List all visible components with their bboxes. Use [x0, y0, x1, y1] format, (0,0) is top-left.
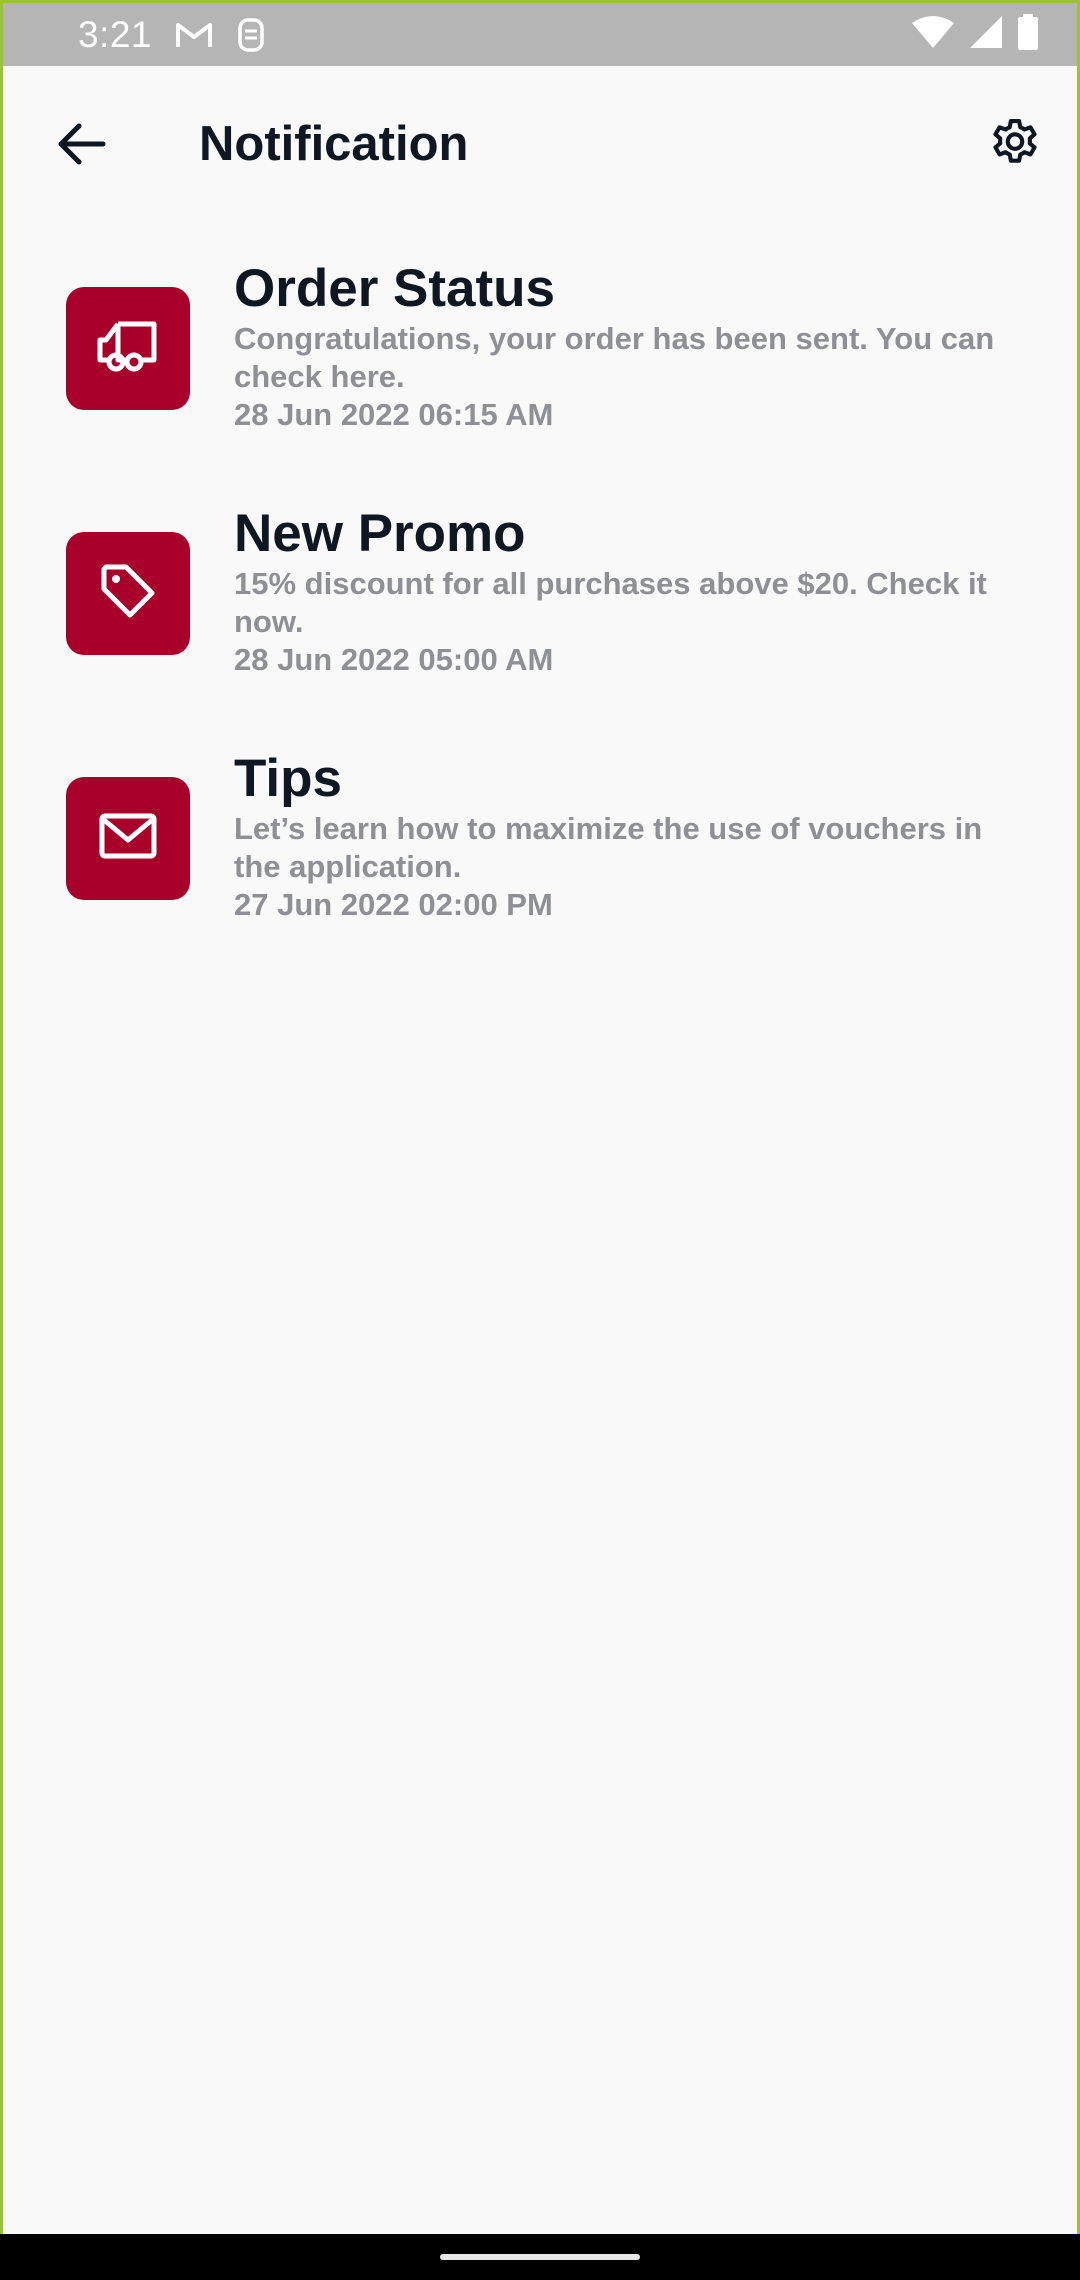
notification-body: Let’s learn how to maximize the use of v…	[234, 810, 1014, 886]
status-time: 3:21	[78, 13, 153, 55]
wifi-icon	[911, 15, 955, 54]
notification-title: New Promo	[234, 504, 526, 563]
notification-body-line: Let’s learn how to maximize the use of v…	[234, 811, 983, 846]
truck-icon	[96, 318, 160, 379]
notification-time: 28 Jun 2022 06:15 AM	[234, 397, 554, 432]
sim-card-icon	[236, 17, 266, 53]
notification-item-order-status[interactable]: Order Status Congratulations, your order…	[3, 258, 1077, 503]
status-bar: 3:21	[3, 3, 1077, 66]
back-button[interactable]	[51, 118, 111, 174]
mail-icon	[98, 812, 158, 865]
page-title: Notification	[199, 117, 469, 171]
notification-body-line: Congratulations, your order has been sen…	[234, 321, 995, 356]
app-bar: Notification	[3, 66, 1077, 226]
notification-body: Congratulations, your order has been sen…	[234, 320, 1014, 396]
tag-icon	[98, 561, 158, 626]
arrow-left-icon	[55, 122, 107, 171]
notification-icon-box	[66, 777, 190, 900]
notification-text: Tips Let’s learn how to maximize the use…	[234, 748, 1014, 924]
battery-icon	[1017, 14, 1039, 55]
home-gesture-handle[interactable]	[440, 2254, 640, 2260]
notification-body-line: now.	[234, 604, 304, 639]
settings-button[interactable]	[983, 114, 1047, 178]
notification-body-line: 15% discount for all purchases above $20…	[234, 566, 987, 601]
notification-item-tips[interactable]: Tips Let’s learn how to maximize the use…	[3, 748, 1077, 993]
gmail-icon	[174, 19, 214, 51]
screen: 3:21 Notification Order Status Congratul…	[0, 0, 1080, 2280]
notification-time: 28 Jun 2022 05:00 AM	[234, 642, 554, 677]
notification-item-new-promo[interactable]: New Promo 15% discount for all purchases…	[3, 503, 1077, 748]
gear-icon	[986, 115, 1044, 178]
notification-icon-box	[66, 287, 190, 410]
notification-icon-box	[66, 532, 190, 655]
notification-text: Order Status Congratulations, your order…	[234, 258, 1014, 434]
notification-text: New Promo 15% discount for all purchases…	[234, 503, 1014, 679]
system-navigation-bar	[0, 2234, 1080, 2280]
notification-list: Order Status Congratulations, your order…	[3, 258, 1077, 993]
notification-title: Order Status	[234, 259, 556, 318]
signal-icon	[969, 15, 1003, 54]
notification-title: Tips	[234, 749, 342, 808]
notification-time: 27 Jun 2022 02:00 PM	[234, 887, 553, 922]
notification-body-line: check here.	[234, 359, 405, 394]
notification-body: 15% discount for all purchases above $20…	[234, 565, 1014, 641]
notification-body-line: the application.	[234, 849, 462, 884]
